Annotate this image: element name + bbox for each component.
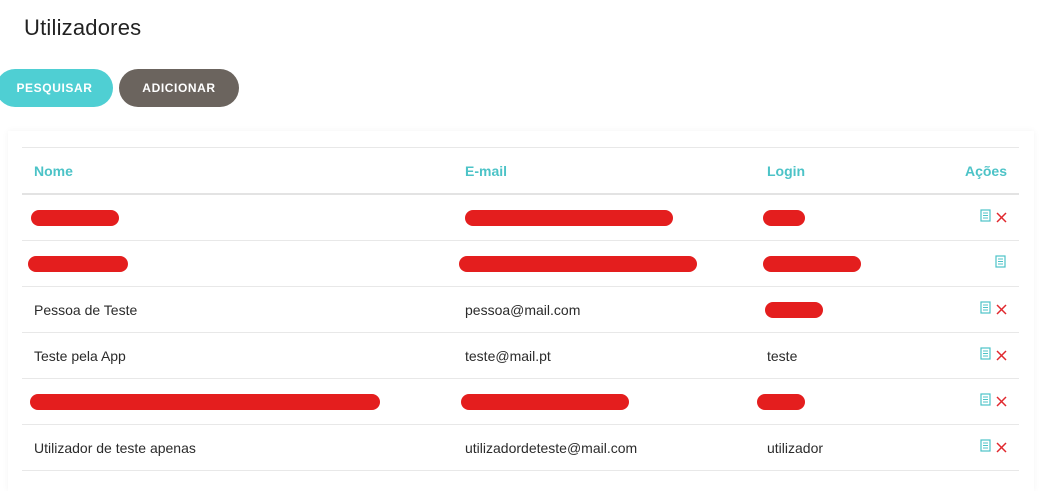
cell-email: pessoa@mail.com xyxy=(453,286,755,333)
table-row[interactable]: Pessoa de Teste pessoa@mail.com xyxy=(22,286,1019,333)
document-icon[interactable] xyxy=(995,255,1007,272)
cell-email: utilizadordeteste@mail.com xyxy=(453,424,755,471)
table-row[interactable]: Teste pela App teste@mail.pt teste xyxy=(22,332,1019,379)
close-icon[interactable] xyxy=(996,210,1007,226)
cell-name: Teste pela App xyxy=(22,332,453,379)
cell-actions xyxy=(929,332,1019,379)
add-user-button[interactable]: ADICIONAR xyxy=(119,69,239,107)
cell-actions xyxy=(929,240,1019,287)
redaction-mark xyxy=(465,210,673,227)
cell-login xyxy=(755,286,929,333)
cell-login xyxy=(755,240,929,287)
cell-email xyxy=(453,378,755,425)
close-icon[interactable] xyxy=(996,440,1007,456)
redaction-mark xyxy=(763,256,861,273)
redaction-mark xyxy=(28,256,128,273)
redaction-mark xyxy=(763,210,805,227)
close-icon[interactable] xyxy=(996,394,1007,410)
header-name[interactable]: Nome xyxy=(22,147,453,195)
page-title: Utilizadores xyxy=(24,15,142,40)
header-login[interactable]: Login xyxy=(755,147,929,195)
table-row[interactable] xyxy=(22,378,1019,425)
cell-login xyxy=(755,378,929,425)
table-row[interactable]: Utilizador de teste apenas utilizadordet… xyxy=(22,424,1019,471)
document-icon[interactable] xyxy=(980,209,992,226)
table-header-row: Nome E-mail Login Ações xyxy=(22,147,1019,195)
table-row[interactable] xyxy=(22,194,1019,241)
document-icon[interactable] xyxy=(980,301,992,318)
cell-email xyxy=(453,240,755,287)
cell-name: Pessoa de Teste xyxy=(22,286,453,333)
cell-name xyxy=(22,194,453,241)
close-icon[interactable] xyxy=(996,348,1007,364)
cell-email: teste@mail.pt xyxy=(453,332,755,379)
cell-actions xyxy=(929,424,1019,471)
search-button[interactable]: PESQUISAR xyxy=(0,69,113,107)
cell-actions xyxy=(929,194,1019,241)
header-email[interactable]: E-mail xyxy=(453,147,755,195)
cell-name: Utilizador de teste apenas xyxy=(22,424,453,471)
cell-actions xyxy=(929,378,1019,425)
close-icon[interactable] xyxy=(996,302,1007,318)
cell-name xyxy=(22,240,453,287)
cell-login xyxy=(755,194,929,241)
cell-login: utilizador xyxy=(755,424,929,471)
redaction-mark xyxy=(461,394,629,411)
redaction-mark xyxy=(31,210,119,227)
document-icon[interactable] xyxy=(980,347,992,364)
document-icon[interactable] xyxy=(980,439,992,456)
redaction-mark xyxy=(765,302,823,319)
cell-email xyxy=(453,194,755,241)
redaction-mark xyxy=(459,256,697,273)
cell-actions xyxy=(929,286,1019,333)
cell-login: teste xyxy=(755,332,929,379)
redaction-mark xyxy=(30,394,380,411)
document-icon[interactable] xyxy=(980,393,992,410)
table-row[interactable] xyxy=(22,240,1019,287)
redaction-mark xyxy=(757,394,805,411)
cell-name xyxy=(22,378,453,425)
users-table: Nome E-mail Login Ações Pessoa de Teste … xyxy=(22,147,1019,471)
header-actions: Ações xyxy=(929,147,1019,195)
